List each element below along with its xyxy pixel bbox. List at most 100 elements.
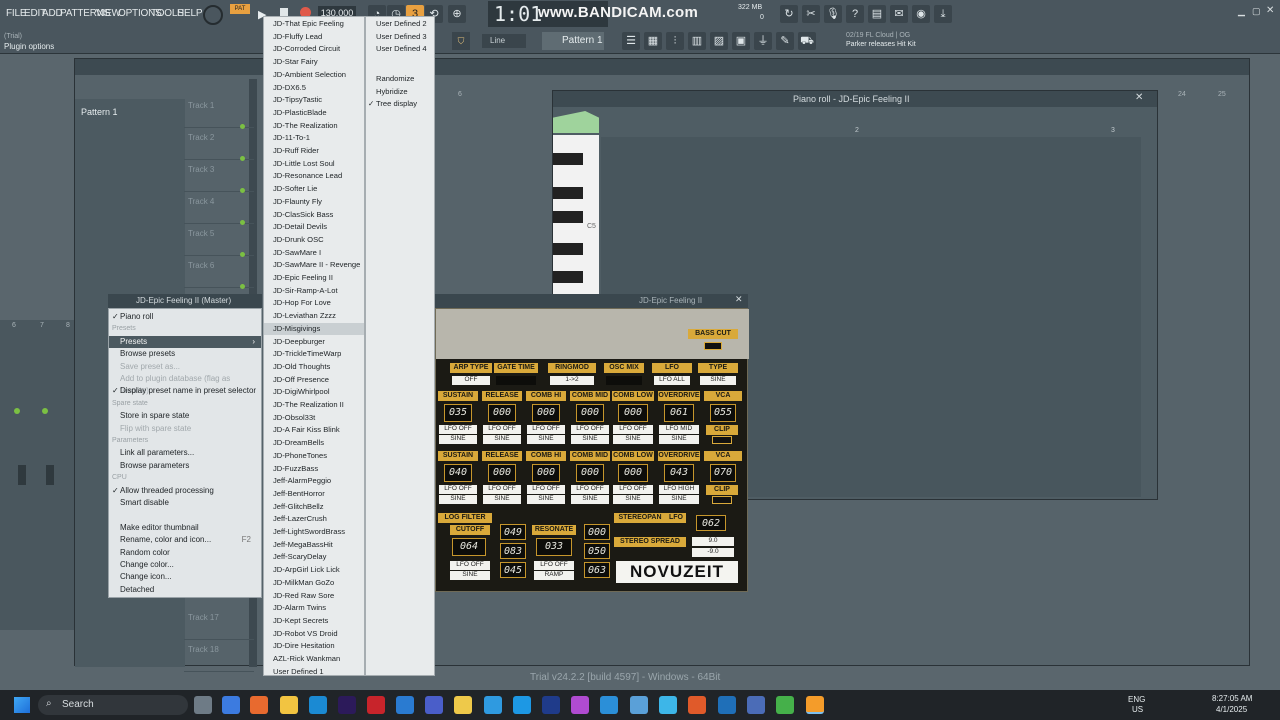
- parameter-display[interactable]: 000: [576, 464, 604, 482]
- refresh-icon[interactable]: ↻: [780, 5, 798, 23]
- waveform-selector[interactable]: SINE: [571, 435, 609, 444]
- track-header[interactable]: Track 18: [184, 642, 254, 672]
- preset-item[interactable]: JD-Deepburger: [264, 336, 364, 349]
- lfo-selector[interactable]: LFO OFF: [613, 485, 653, 494]
- lfo-selector[interactable]: LFO OFF: [483, 485, 521, 494]
- mixer-led[interactable]: [14, 408, 20, 414]
- preset-item[interactable]: JD-Red Raw Sore: [264, 590, 364, 603]
- submenu-item[interactable]: Hybridize: [366, 86, 434, 99]
- preset-item[interactable]: JD-Ruff Rider: [264, 145, 364, 158]
- parameter-display[interactable]: 000: [488, 464, 516, 482]
- lfo-selector[interactable]: LFO OFF: [613, 425, 653, 434]
- lfo-selector[interactable]: LFO OFF: [527, 485, 565, 494]
- parameter-display[interactable]: 000: [584, 524, 610, 540]
- preset-item[interactable]: JD-11-To-1: [264, 132, 364, 145]
- parameter-display[interactable]: 043: [664, 464, 694, 482]
- track-mute-led[interactable]: [240, 188, 245, 193]
- parameter-display[interactable]: 000: [488, 404, 516, 422]
- app-icon[interactable]: [718, 696, 736, 714]
- preset-item[interactable]: JD-The Realization II: [264, 399, 364, 412]
- resonate-display[interactable]: 033: [536, 538, 572, 556]
- preset-item[interactable]: JD-Softer Lie: [264, 183, 364, 196]
- task-view-icon[interactable]: [194, 696, 212, 714]
- preset-item[interactable]: JD-PlasticBlade: [264, 107, 364, 120]
- lfo-selector[interactable]: LFO OFF: [439, 425, 477, 434]
- app-icon[interactable]: [425, 696, 443, 714]
- plugin-icon[interactable]: ▣: [732, 32, 750, 50]
- preset-item[interactable]: JD-PhoneTones: [264, 450, 364, 463]
- option-value[interactable]: SINE: [700, 376, 736, 385]
- context-menu-item[interactable]: Detached: [109, 584, 261, 596]
- lfo-selector[interactable]: LFO OFF: [483, 425, 521, 434]
- black-key[interactable]: [553, 211, 583, 223]
- parameter-display[interactable]: 035: [444, 404, 472, 422]
- brush-icon[interactable]: ✎: [776, 32, 794, 50]
- waveform-selector[interactable]: RAMP: [534, 571, 574, 580]
- context-menu-item[interactable]: Random color: [109, 547, 261, 559]
- parameter-display[interactable]: 049: [500, 524, 526, 540]
- photoshop-icon[interactable]: [338, 696, 356, 714]
- preset-item[interactable]: JD-ArpGirl Lick Lick: [264, 564, 364, 577]
- black-key[interactable]: [553, 243, 583, 255]
- preset-item[interactable]: JD-Alarm Twins: [264, 602, 364, 615]
- preset-item[interactable]: JD-Kept Secrets: [264, 615, 364, 628]
- submenu-item[interactable]: ✓ Tree display: [366, 98, 434, 111]
- preset-item[interactable]: JD-Drunk OSC: [264, 234, 364, 247]
- preset-item[interactable]: JD-FuzzBass: [264, 463, 364, 476]
- waveform-selector[interactable]: SINE: [527, 435, 565, 444]
- context-menu-item[interactable]: Change color...: [109, 559, 261, 571]
- waveform-selector[interactable]: SINE: [483, 435, 521, 444]
- preset-item[interactable]: Jeff-LazerCrush: [264, 513, 364, 526]
- menu-help[interactable]: HELP: [177, 8, 203, 19]
- parameter-display[interactable]: 055: [710, 404, 736, 422]
- waveform-selector[interactable]: SINE: [613, 495, 653, 504]
- parameter-display[interactable]: 070: [710, 464, 736, 482]
- channel-window-titlebar[interactable]: JD-Epic Feeling II (Master): [108, 294, 262, 308]
- parameter-display[interactable]: 063: [584, 562, 610, 578]
- app-icon[interactable]: [776, 696, 794, 714]
- preset-item[interactable]: JD-DX6.5: [264, 82, 364, 95]
- windows-start-icon[interactable]: [14, 697, 30, 713]
- preset-item[interactable]: JD-Resonance Lead: [264, 170, 364, 183]
- preset-item[interactable]: AZL-Rick Wankman: [264, 653, 364, 666]
- preset-item[interactable]: User Defined 1: [264, 666, 364, 679]
- preset-item[interactable]: JD-ClasSick Bass: [264, 209, 364, 222]
- channel-rack-icon[interactable]: ▦: [644, 32, 662, 50]
- preset-item[interactable]: Jeff-GlitchBellz: [264, 501, 364, 514]
- bass-cut-switch[interactable]: [704, 342, 722, 350]
- firefox-icon[interactable]: [250, 696, 268, 714]
- download-icon[interactable]: ⤓: [934, 5, 952, 23]
- waveform-selector[interactable]: SINE: [571, 495, 609, 504]
- submenu-item[interactable]: User Defined 4: [366, 43, 434, 56]
- lfo-selector[interactable]: LFO OFF: [571, 485, 609, 494]
- track-mute-led[interactable]: [240, 156, 245, 161]
- close-icon[interactable]: ✕: [1135, 92, 1143, 103]
- pattern-selector[interactable]: Pattern 1: [542, 32, 604, 50]
- preset-item[interactable]: JD-Sir-Ramp-A-Lot: [264, 285, 364, 298]
- parameter-display[interactable]: 000: [618, 464, 648, 482]
- cutoff-display[interactable]: 064: [452, 538, 486, 556]
- black-key[interactable]: [553, 153, 583, 165]
- close-icon[interactable]: ✕: [1266, 5, 1274, 16]
- lfo-selector[interactable]: LFO HIGH: [659, 485, 699, 494]
- clock-time[interactable]: 8:27:05 AM: [1212, 694, 1252, 703]
- parameter-display[interactable]: 000: [618, 404, 648, 422]
- waveform-selector[interactable]: SINE: [450, 571, 490, 580]
- lfo-selector[interactable]: LFO OFF: [527, 425, 565, 434]
- preset-item[interactable]: JD-Off Presence: [264, 374, 364, 387]
- preset-item[interactable]: Jeff-ScaryDelay: [264, 551, 364, 564]
- lfo-selector[interactable]: LFO OFF: [439, 485, 477, 494]
- mixer-fader[interactable]: [46, 465, 54, 485]
- clip-switch[interactable]: [712, 436, 732, 444]
- recorder-icon[interactable]: [367, 696, 385, 714]
- chat-icon[interactable]: ◉: [912, 5, 930, 23]
- option-value[interactable]: [606, 376, 642, 385]
- news-line-1[interactable]: 02/19 FL Cloud | OG: [846, 32, 910, 39]
- clip-switch[interactable]: [712, 496, 732, 504]
- parameter-display[interactable]: 045: [500, 562, 526, 578]
- mixer-icon[interactable]: ⫶: [666, 32, 684, 50]
- snap-icon[interactable]: ⛉: [452, 32, 470, 50]
- preset-item[interactable]: JD-SawMare I: [264, 247, 364, 260]
- app-icon[interactable]: [747, 696, 765, 714]
- context-menu-item[interactable]: Browse presets: [109, 348, 261, 360]
